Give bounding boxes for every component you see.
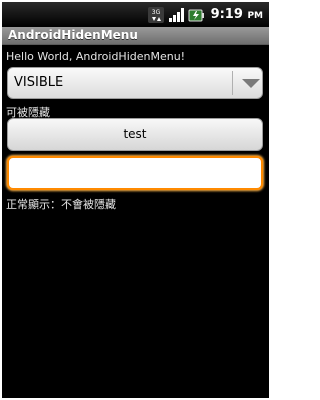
status-bar: 3G 9:19 PM: [2, 2, 269, 27]
device-screen: 3G 9:19 PM AndroidHidenMenu Hello World,…: [2, 2, 269, 398]
spinner-divider: [232, 71, 233, 95]
app-title: AndroidHidenMenu: [8, 28, 138, 42]
dropdown-arrow-icon: [242, 79, 260, 88]
status-icons: 3G 9:19 PM: [147, 5, 263, 24]
test-button[interactable]: test: [7, 118, 263, 151]
app-title-bar: AndroidHidenMenu: [2, 27, 269, 45]
normal-display-label: 正常顯示：不會被隱藏: [6, 198, 116, 211]
visibility-spinner[interactable]: VISIBLE: [7, 67, 263, 99]
spinner-selected-value: VISIBLE: [14, 75, 64, 90]
status-time-value: 9:19: [210, 7, 243, 22]
3g-data-icon: 3G: [147, 6, 164, 23]
hello-text: Hello World, AndroidHidenMenu!: [6, 50, 186, 63]
signal-strength-icon: [168, 7, 184, 22]
svg-text:3G: 3G: [151, 9, 160, 16]
battery-charging-icon: [188, 9, 204, 21]
status-time: 9:19 PM: [211, 7, 263, 22]
main-content: Hello World, AndroidHidenMenu! VISIBLE 可…: [2, 45, 269, 398]
edit-text-field[interactable]: [7, 156, 263, 190]
status-time-suffix: PM: [247, 11, 263, 21]
